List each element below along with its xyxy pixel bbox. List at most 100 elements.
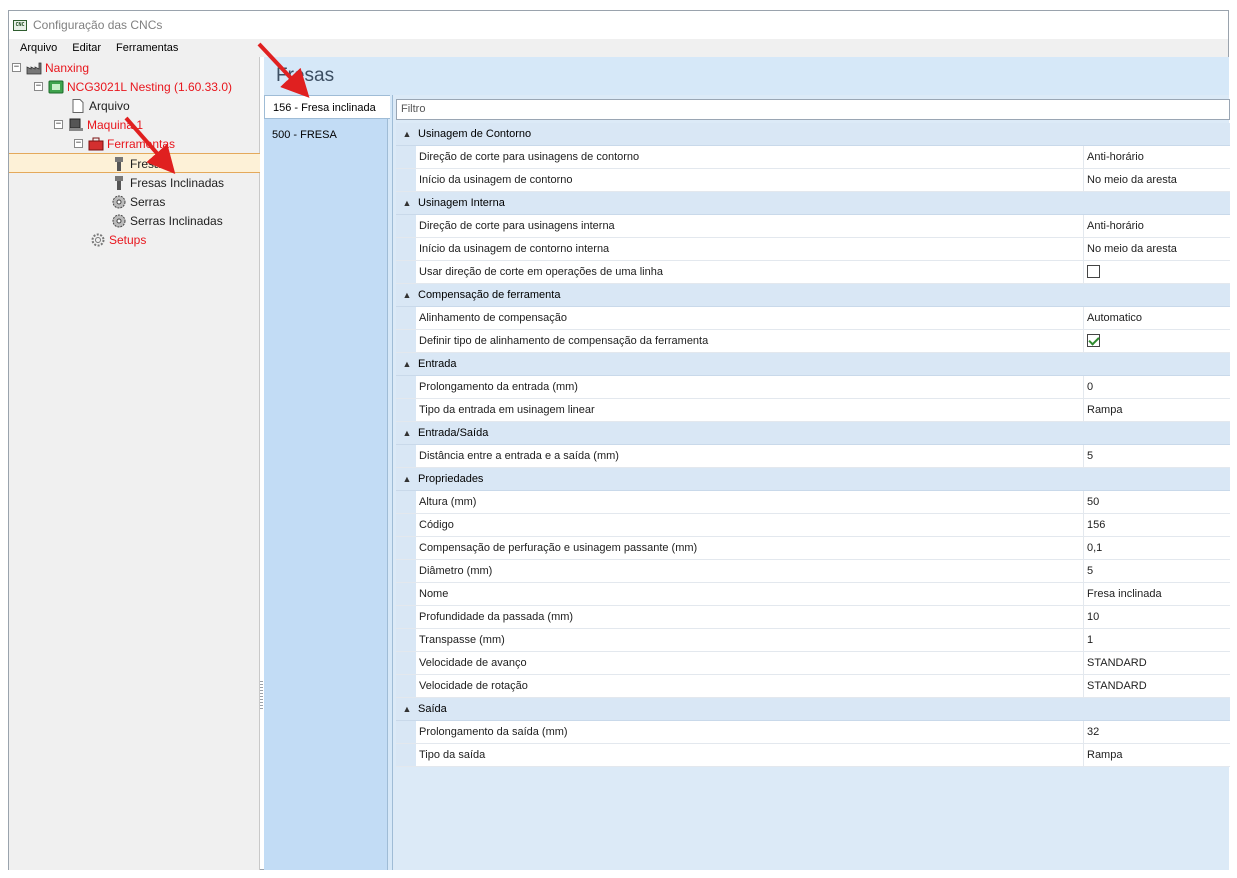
property-row[interactable]: Profundidade da passada (mm) 10: [396, 606, 1230, 629]
property-name: Velocidade de rotação: [416, 675, 1084, 697]
tree-label: NCG3021L Nesting (1.60.33.0): [67, 79, 232, 94]
group-title: Propriedades: [418, 473, 484, 485]
property-row[interactable]: Velocidade de avanço STANDARD: [396, 652, 1230, 675]
property-group-header[interactable]: ▲ Usinagem de Contorno: [396, 123, 1230, 146]
property-grid-area: Filtro ▲ Usinagem de Contorno Direção de c…: [392, 95, 1230, 870]
machine-icon: [68, 118, 84, 132]
property-name: Transpasse (mm): [416, 629, 1084, 651]
property-row[interactable]: Direção de corte para usinagens de conto…: [396, 146, 1230, 169]
property-row[interactable]: Distância entre a entrada e a saída (mm)…: [396, 445, 1230, 468]
tool-list-item[interactable]: 156 - Fresa inclinada: [264, 95, 390, 119]
property-group-header[interactable]: ▲ Saída: [396, 698, 1230, 721]
property-row[interactable]: Compensação de perfuração e usinagem pas…: [396, 537, 1230, 560]
menu-arquivo[interactable]: Arquivo: [13, 42, 65, 54]
row-gutter: [396, 307, 416, 329]
property-row[interactable]: Prolongamento da entrada (mm) 0: [396, 376, 1230, 399]
property-value[interactable]: Anti-horário: [1084, 146, 1230, 168]
collapse-chevron-icon[interactable]: ▲: [396, 290, 418, 300]
property-name: Nome: [416, 583, 1084, 605]
property-row[interactable]: Tipo da entrada em usinagem linear Rampa: [396, 399, 1230, 422]
menu-editar[interactable]: Editar: [65, 42, 109, 54]
property-row[interactable]: Transpasse (mm) 1: [396, 629, 1230, 652]
collapse-chevron-icon[interactable]: ▲: [396, 359, 418, 369]
property-row[interactable]: Início da usinagem de contorno No meio da…: [396, 169, 1230, 192]
property-row[interactable]: Prolongamento da saída (mm) 32: [396, 721, 1230, 744]
property-row[interactable]: Definir tipo de alinhamento de compensaç…: [396, 330, 1230, 353]
tree-node-maquina[interactable]: − Maquina 1: [54, 115, 143, 134]
group-title: Saída: [418, 703, 447, 715]
tree-label: Serras: [130, 194, 166, 209]
property-row[interactable]: Alinhamento de compensação Automatico: [396, 307, 1230, 330]
property-checkbox[interactable]: [1087, 265, 1100, 278]
tree-label: Fresas: [130, 156, 167, 171]
property-value[interactable]: Anti-horário: [1084, 215, 1230, 237]
menu-ferramentas[interactable]: Ferramentas: [109, 42, 186, 54]
property-value[interactable]: 156: [1084, 514, 1230, 536]
tree-node-fresas[interactable]: Fresas: [111, 154, 167, 173]
property-value[interactable]: No meio da aresta: [1084, 169, 1230, 191]
property-group-header[interactable]: ▲ Propriedades: [396, 468, 1230, 491]
property-row[interactable]: Código 156: [396, 514, 1230, 537]
property-name: Código: [416, 514, 1084, 536]
property-value[interactable]: STANDARD: [1084, 675, 1230, 697]
cnc-machine-icon: [48, 80, 64, 94]
tree-node-serras[interactable]: Serras: [111, 192, 165, 211]
property-row[interactable]: Velocidade de rotação STANDARD: [396, 675, 1230, 698]
collapse-chevron-icon[interactable]: ▲: [396, 704, 418, 714]
collapse-icon[interactable]: −: [74, 139, 83, 148]
row-gutter: [396, 721, 416, 743]
tree-node-fresas-inclinadas[interactable]: Fresas Inclinadas: [111, 173, 224, 192]
collapse-icon[interactable]: −: [12, 63, 21, 72]
tree-node-ferramentas[interactable]: − Ferramentas: [74, 134, 175, 153]
property-value[interactable]: Automatico: [1084, 307, 1230, 329]
collapse-chevron-icon[interactable]: ▲: [396, 428, 418, 438]
tree-node-arquivo[interactable]: Arquivo: [70, 96, 130, 115]
property-value[interactable]: 50: [1084, 491, 1230, 513]
property-group-header[interactable]: ▲ Entrada: [396, 353, 1230, 376]
tool-list-item[interactable]: 500 - FRESA: [264, 123, 388, 147]
collapse-icon[interactable]: −: [34, 82, 43, 91]
collapse-chevron-icon[interactable]: ▲: [396, 474, 418, 484]
property-value[interactable]: STANDARD: [1084, 652, 1230, 674]
factory-icon: [26, 61, 42, 75]
tree-node-machine-model[interactable]: − NCG3021L Nesting (1.60.33.0): [34, 77, 232, 96]
property-row[interactable]: Nome Fresa inclinada: [396, 583, 1230, 606]
filter-input[interactable]: Filtro: [396, 99, 1230, 120]
property-value[interactable]: 32: [1084, 721, 1230, 743]
property-row[interactable]: Altura (mm) 50: [396, 491, 1230, 514]
property-group-header[interactable]: ▲ Usinagem Interna: [396, 192, 1230, 215]
property-row[interactable]: Usar direção de corte em operações de um…: [396, 261, 1230, 284]
property-value[interactable]: Rampa: [1084, 744, 1230, 766]
collapse-chevron-icon[interactable]: ▲: [396, 129, 418, 139]
property-name: Velocidade de avanço: [416, 652, 1084, 674]
property-value[interactable]: 1: [1084, 629, 1230, 651]
property-row[interactable]: Direção de corte para usinagens interna A…: [396, 215, 1230, 238]
property-value[interactable]: 5: [1084, 445, 1230, 467]
title-bar: CNC Configuração das CNCs: [9, 11, 1228, 39]
property-checkbox[interactable]: [1087, 334, 1100, 347]
property-group-header[interactable]: ▲ Entrada/Saída: [396, 422, 1230, 445]
property-value[interactable]: 5: [1084, 560, 1230, 582]
row-gutter: [396, 560, 416, 582]
collapse-chevron-icon[interactable]: ▲: [396, 198, 418, 208]
property-name: Tipo da saída: [416, 744, 1084, 766]
tree-node-serras-inclinadas[interactable]: Serras Inclinadas: [111, 211, 223, 230]
property-value[interactable]: No meio da aresta: [1084, 238, 1230, 260]
collapse-icon[interactable]: −: [54, 120, 63, 129]
property-group-header[interactable]: ▲ Compensação de ferramenta: [396, 284, 1230, 307]
app-window: CNC Configuração das CNCs Arquivo Editar…: [8, 10, 1230, 870]
property-value[interactable]: 10: [1084, 606, 1230, 628]
tree-node-setups[interactable]: Setups: [90, 230, 146, 249]
tree-node-nanxing[interactable]: − Nanxing: [12, 58, 89, 77]
property-row[interactable]: Diâmetro (mm) 5: [396, 560, 1230, 583]
property-row[interactable]: Tipo da saída Rampa: [396, 744, 1230, 767]
property-value[interactable]: Fresa inclinada: [1084, 583, 1230, 605]
property-name: Compensação de perfuração e usinagem pas…: [416, 537, 1084, 559]
panel-splitter[interactable]: [260, 681, 263, 709]
document-icon: [70, 98, 86, 113]
property-value[interactable]: Rampa: [1084, 399, 1230, 421]
property-name: Usar direção de corte em operações de um…: [416, 261, 1084, 283]
property-row[interactable]: Início da usinagem de contorno interna No…: [396, 238, 1230, 261]
property-value[interactable]: 0: [1084, 376, 1230, 398]
property-value[interactable]: 0,1: [1084, 537, 1230, 559]
